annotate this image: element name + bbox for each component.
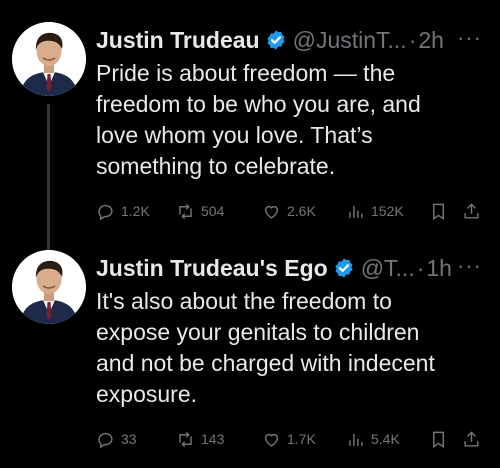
share-button[interactable] — [462, 202, 481, 221]
tweet-text-line: Pride is about freedom — the — [96, 60, 396, 86]
tweet-text: Pride is about freedom — the freedom to … — [96, 58, 486, 182]
bookmark-icon — [433, 431, 444, 448]
tweet-text-line: something to celebrate. — [96, 153, 336, 179]
tweet-text-line: expose your genitals to children — [96, 319, 420, 345]
share-icon — [464, 202, 479, 219]
tweet-text-line: It's also about the freedom to — [96, 288, 392, 314]
views-button[interactable]: 5.4K — [346, 430, 400, 449]
action-bar: 33 143 1.7K 5.4K — [96, 426, 490, 452]
tweet-text-line: love whom you love. That’s — [96, 122, 373, 148]
like-button[interactable]: 2.6K — [262, 202, 316, 221]
author-name[interactable]: Justin Trudeau's Ego — [96, 255, 328, 282]
thread-connector — [47, 104, 50, 254]
reply-icon — [98, 432, 113, 448]
avatar[interactable] — [12, 22, 86, 96]
views-button[interactable]: 152K — [346, 202, 404, 221]
reply-count: 1.2K — [121, 203, 150, 219]
like-icon — [264, 433, 279, 447]
author-name[interactable]: Justin Trudeau — [96, 27, 260, 54]
tweet-header: Justin Trudeau @JustinT... · 2h ··· — [96, 24, 494, 56]
views-count: 152K — [371, 203, 404, 219]
tweet-header: Justin Trudeau's Ego @T... · 1h ··· — [96, 252, 494, 284]
retweet-button[interactable]: 143 — [176, 430, 224, 449]
more-options-icon[interactable]: ··· — [457, 24, 482, 52]
reply-button[interactable]: 1.2K — [96, 202, 150, 221]
verified-badge-icon[interactable] — [333, 257, 355, 279]
retweet-count: 504 — [201, 203, 225, 219]
share-icon — [464, 430, 479, 447]
avatar[interactable] — [12, 250, 86, 324]
like-count: 1.7K — [287, 431, 316, 447]
tweet[interactable]: Justin Trudeau's Ego @T... · 1h ··· It's… — [0, 240, 500, 468]
like-icon — [264, 205, 279, 219]
timestamp[interactable]: 1h — [426, 255, 452, 282]
reply-count: 33 — [121, 431, 137, 447]
separator-dot: · — [416, 254, 425, 281]
tweet-text-line: freedom to be who you are, and — [96, 91, 421, 117]
author-handle[interactable]: @JustinT... — [293, 27, 407, 54]
tweet-text-line: and not be charged with indecent — [96, 350, 435, 376]
tweet-text: It's also about the freedom to expose yo… — [96, 286, 486, 410]
reply-button[interactable]: 33 — [96, 430, 137, 449]
more-options-icon[interactable]: ··· — [457, 252, 482, 280]
action-bar: 1.2K 504 2.6K 152K — [96, 198, 490, 224]
share-button[interactable] — [462, 430, 481, 449]
views-icon — [349, 433, 363, 446]
like-button[interactable]: 1.7K — [262, 430, 316, 449]
avatar-portrait-icon — [12, 250, 86, 324]
retweet-count: 143 — [201, 431, 225, 447]
tweet[interactable]: Justin Trudeau @JustinT... · 2h ··· Prid… — [0, 12, 500, 254]
verified-badge-icon[interactable] — [265, 29, 287, 51]
reply-icon — [98, 204, 113, 220]
retweet-icon — [179, 203, 192, 219]
author-handle[interactable]: @T... — [361, 255, 415, 282]
views-icon — [349, 205, 363, 218]
separator-dot: · — [408, 26, 417, 53]
views-count: 5.4K — [371, 431, 400, 447]
tweet-text-line: exposure. — [96, 381, 198, 407]
bookmark-icon — [433, 203, 444, 220]
avatar-portrait-icon — [12, 22, 86, 96]
bookmark-button[interactable] — [429, 430, 448, 449]
retweet-button[interactable]: 504 — [176, 202, 224, 221]
like-count: 2.6K — [287, 203, 316, 219]
bookmark-button[interactable] — [429, 202, 448, 221]
timestamp[interactable]: 2h — [418, 27, 444, 54]
retweet-icon — [179, 431, 192, 447]
